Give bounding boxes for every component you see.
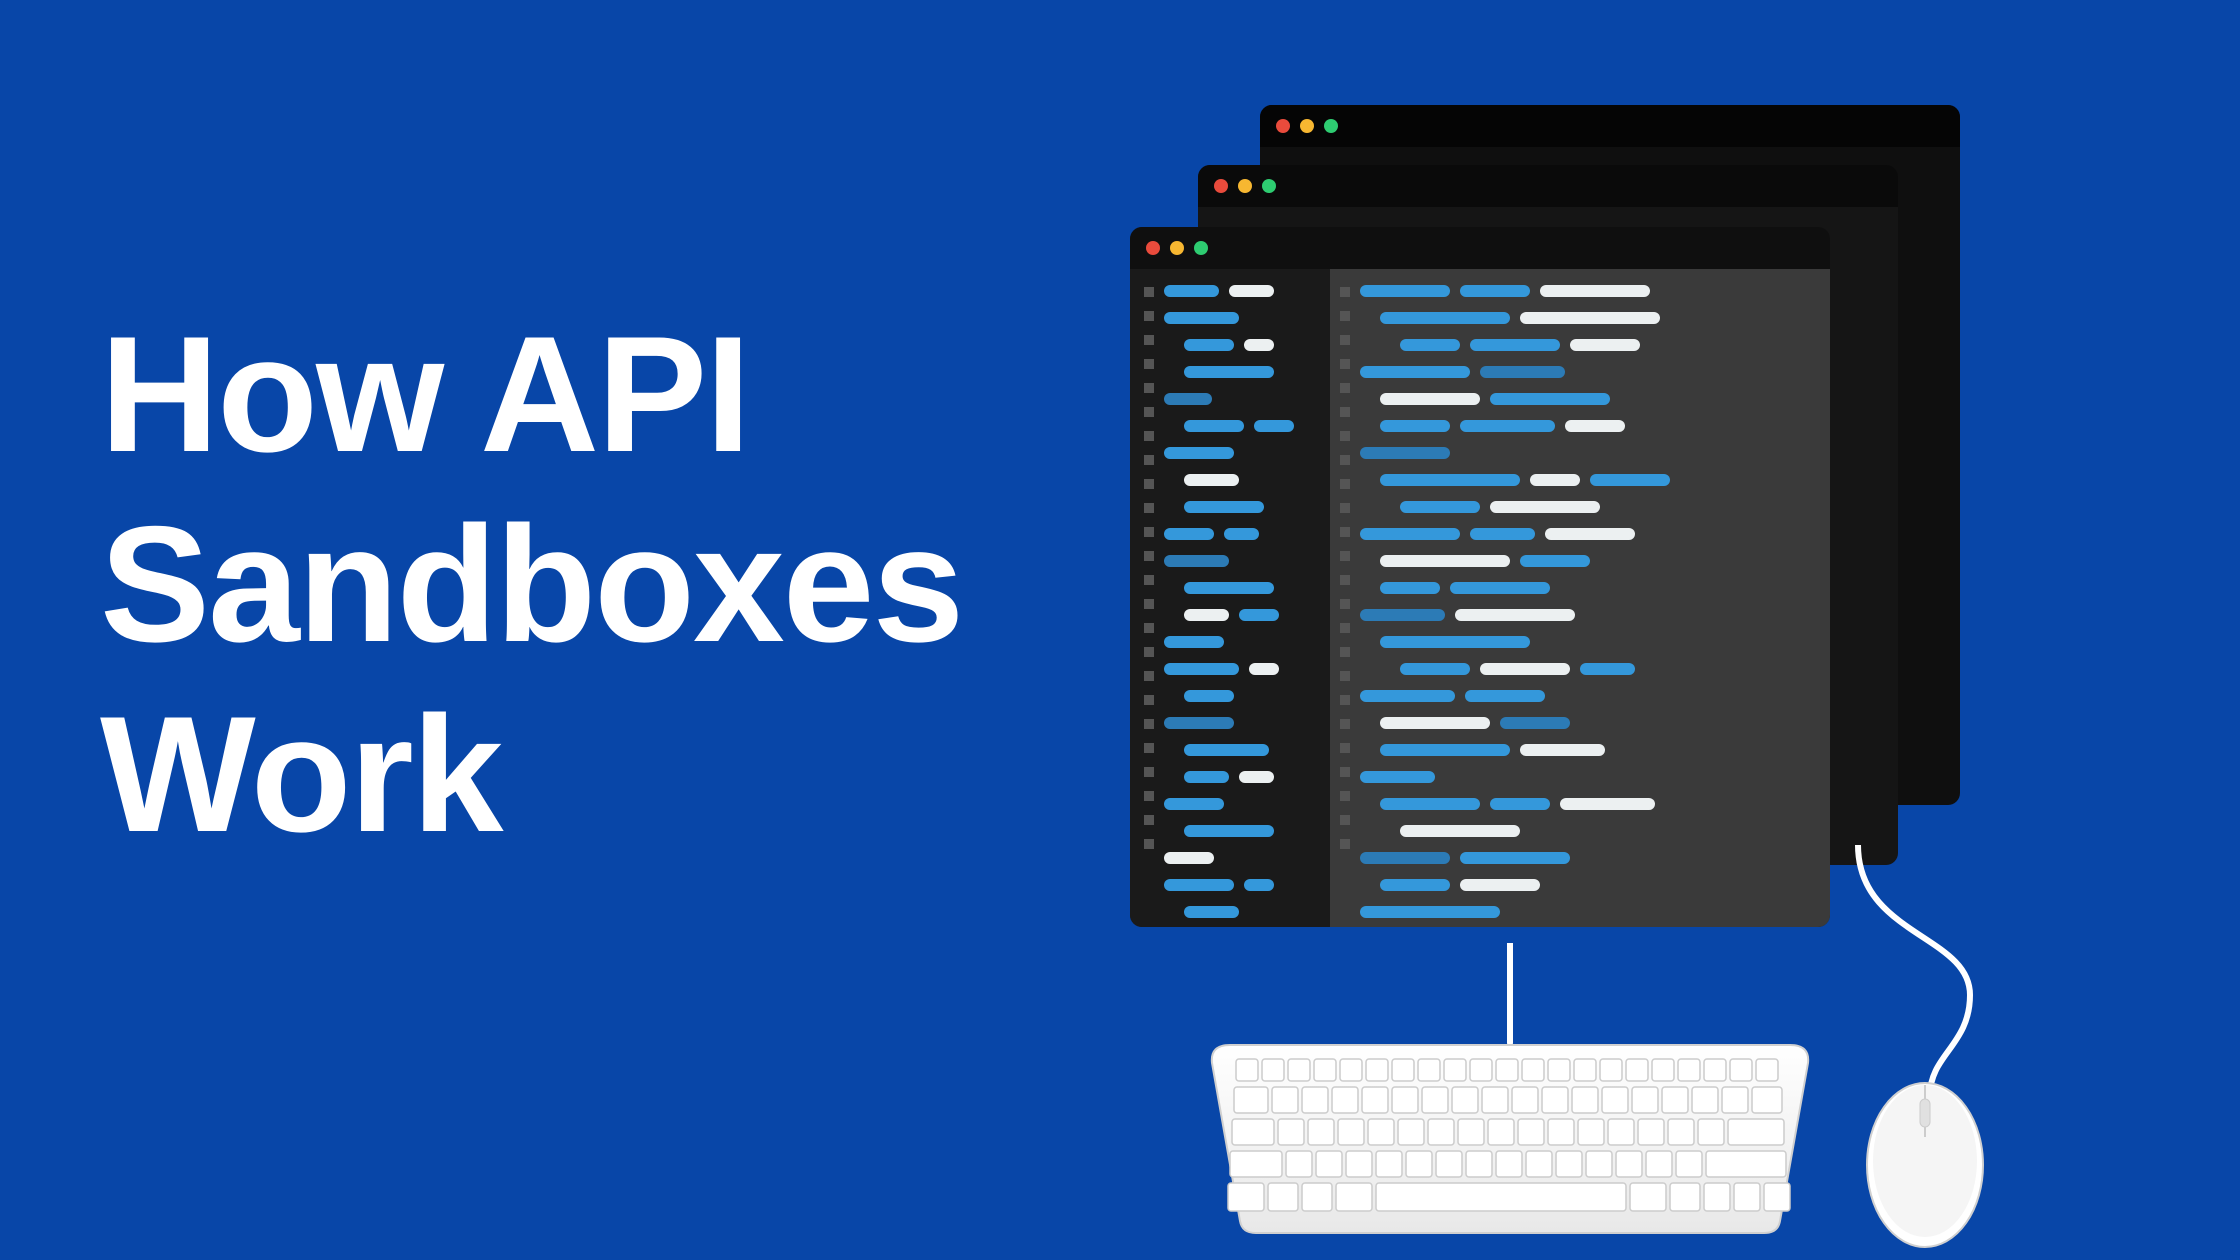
window-titlebar bbox=[1130, 227, 1830, 269]
maximize-icon bbox=[1262, 179, 1276, 193]
editor-window-front bbox=[1130, 227, 1830, 927]
sidebar-code bbox=[1164, 283, 1322, 913]
mouse-cable-icon bbox=[1850, 845, 2000, 1105]
maximize-icon bbox=[1324, 119, 1338, 133]
editor-main bbox=[1330, 269, 1830, 927]
maximize-icon bbox=[1194, 241, 1208, 255]
minimize-icon bbox=[1238, 179, 1252, 193]
headline-line-1: How API bbox=[100, 300, 962, 490]
mouse-icon bbox=[1860, 1075, 1990, 1250]
line-gutter bbox=[1340, 283, 1350, 913]
close-icon bbox=[1214, 179, 1228, 193]
keyboard-cable-icon bbox=[1470, 943, 1550, 1047]
editor-sidebar bbox=[1130, 269, 1330, 927]
code-editor-illustration bbox=[1130, 105, 2130, 1155]
keyboard-icon bbox=[1210, 1035, 1810, 1235]
window-titlebar bbox=[1198, 165, 1898, 207]
editor-body bbox=[1130, 269, 1830, 927]
minimize-icon bbox=[1170, 241, 1184, 255]
close-icon bbox=[1276, 119, 1290, 133]
headline: How API Sandboxes Work bbox=[100, 300, 962, 869]
headline-line-3: Work bbox=[100, 680, 962, 870]
minimize-icon bbox=[1300, 119, 1314, 133]
headline-line-2: Sandboxes bbox=[100, 490, 962, 680]
window-titlebar bbox=[1260, 105, 1960, 147]
main-code bbox=[1360, 283, 1814, 913]
line-gutter bbox=[1144, 283, 1154, 913]
close-icon bbox=[1146, 241, 1160, 255]
